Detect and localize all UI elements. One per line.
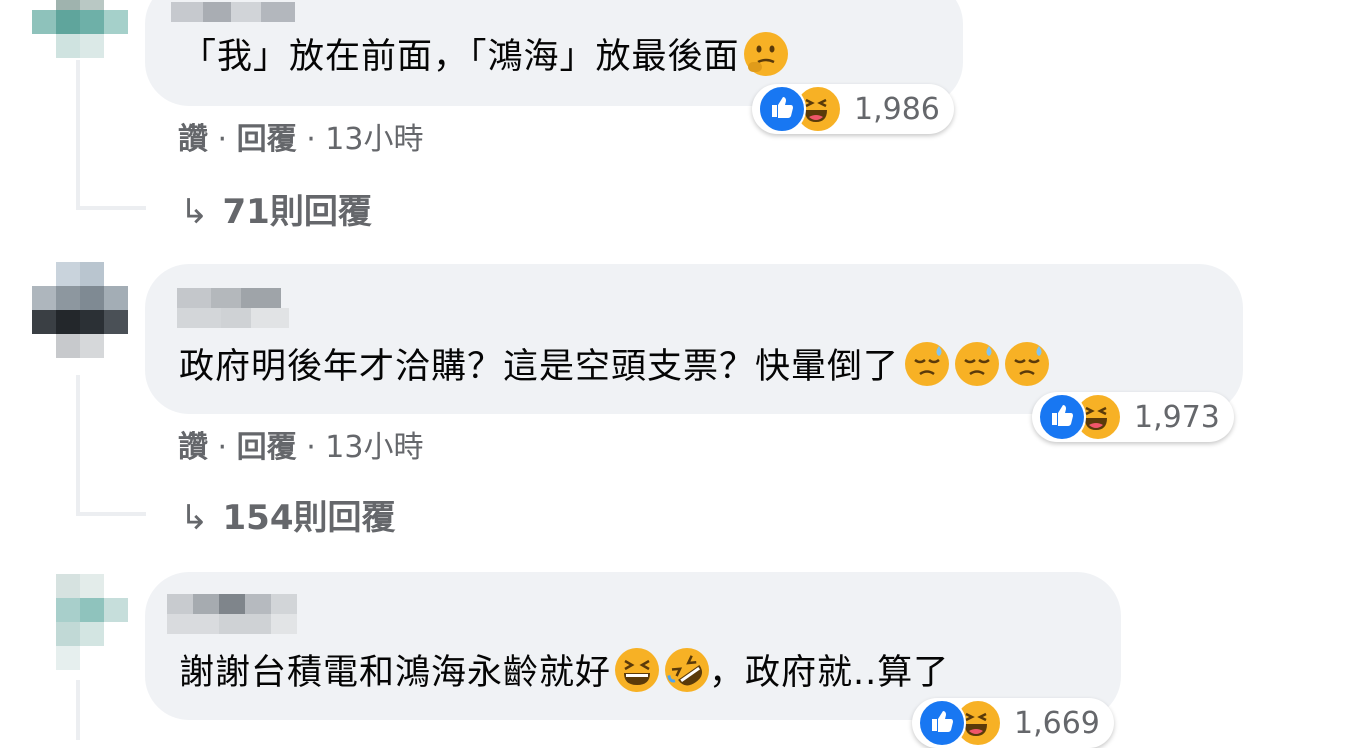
reply-link[interactable]: 回覆 bbox=[237, 430, 297, 465]
sweat-face-icon bbox=[905, 342, 950, 386]
thread-line bbox=[76, 680, 80, 740]
thinking-face-icon bbox=[743, 32, 788, 76]
reaction-count: 1,669 bbox=[1014, 705, 1100, 741]
comment-text: 政府明後年才洽購？這是空頭支票？快暈倒了 bbox=[179, 342, 1050, 389]
avatar[interactable] bbox=[32, 574, 128, 670]
avatar[interactable] bbox=[32, 262, 128, 358]
reaction-count: 1,973 bbox=[1134, 399, 1220, 435]
author-name[interactable] bbox=[177, 288, 281, 308]
timestamp[interactable]: 13小時 bbox=[325, 122, 423, 157]
like-link[interactable]: 讚 bbox=[178, 430, 208, 465]
reply-arrow-icon: ↳ bbox=[180, 498, 209, 538]
comment-text: 謝謝台積電和鴻海永齡就好 ，政府就..算了 bbox=[179, 648, 949, 695]
reaction-summary[interactable]: 1,973 bbox=[1032, 392, 1234, 442]
author-name[interactable] bbox=[171, 2, 295, 22]
like-icon bbox=[1038, 393, 1086, 441]
grinning-squint-face-icon bbox=[615, 648, 660, 692]
like-link[interactable]: 讚 bbox=[178, 122, 208, 157]
sweat-face-icon bbox=[1005, 342, 1050, 386]
view-replies-link[interactable]: ↳ 154則回覆 bbox=[180, 490, 395, 539]
reaction-summary[interactable]: 1,669 bbox=[912, 698, 1114, 748]
reply-arrow-icon: ↳ bbox=[180, 192, 209, 232]
like-icon bbox=[918, 699, 966, 747]
comment-actions: 讚 · 回覆 · 13小時 bbox=[178, 430, 424, 465]
avatar[interactable] bbox=[32, 0, 128, 58]
reaction-summary[interactable]: 1,986 bbox=[752, 84, 954, 134]
comment-actions: 讚 · 回覆 · 13小時 bbox=[178, 122, 424, 157]
view-replies-link[interactable]: ↳ 71則回覆 bbox=[180, 184, 372, 233]
comment-text: 「我」放在前面，「鴻海」放最後面 bbox=[181, 32, 788, 79]
reaction-count: 1,986 bbox=[854, 91, 940, 127]
thread-line bbox=[76, 206, 146, 210]
rolling-laughing-face-icon bbox=[665, 648, 710, 692]
thread-line bbox=[76, 60, 80, 210]
timestamp[interactable]: 13小時 bbox=[325, 430, 423, 465]
reply-link[interactable]: 回覆 bbox=[237, 122, 297, 157]
author-name[interactable] bbox=[167, 594, 297, 614]
thread-line bbox=[76, 512, 146, 516]
sweat-face-icon bbox=[955, 342, 1000, 386]
thread-line bbox=[76, 375, 80, 515]
like-icon bbox=[758, 85, 806, 133]
